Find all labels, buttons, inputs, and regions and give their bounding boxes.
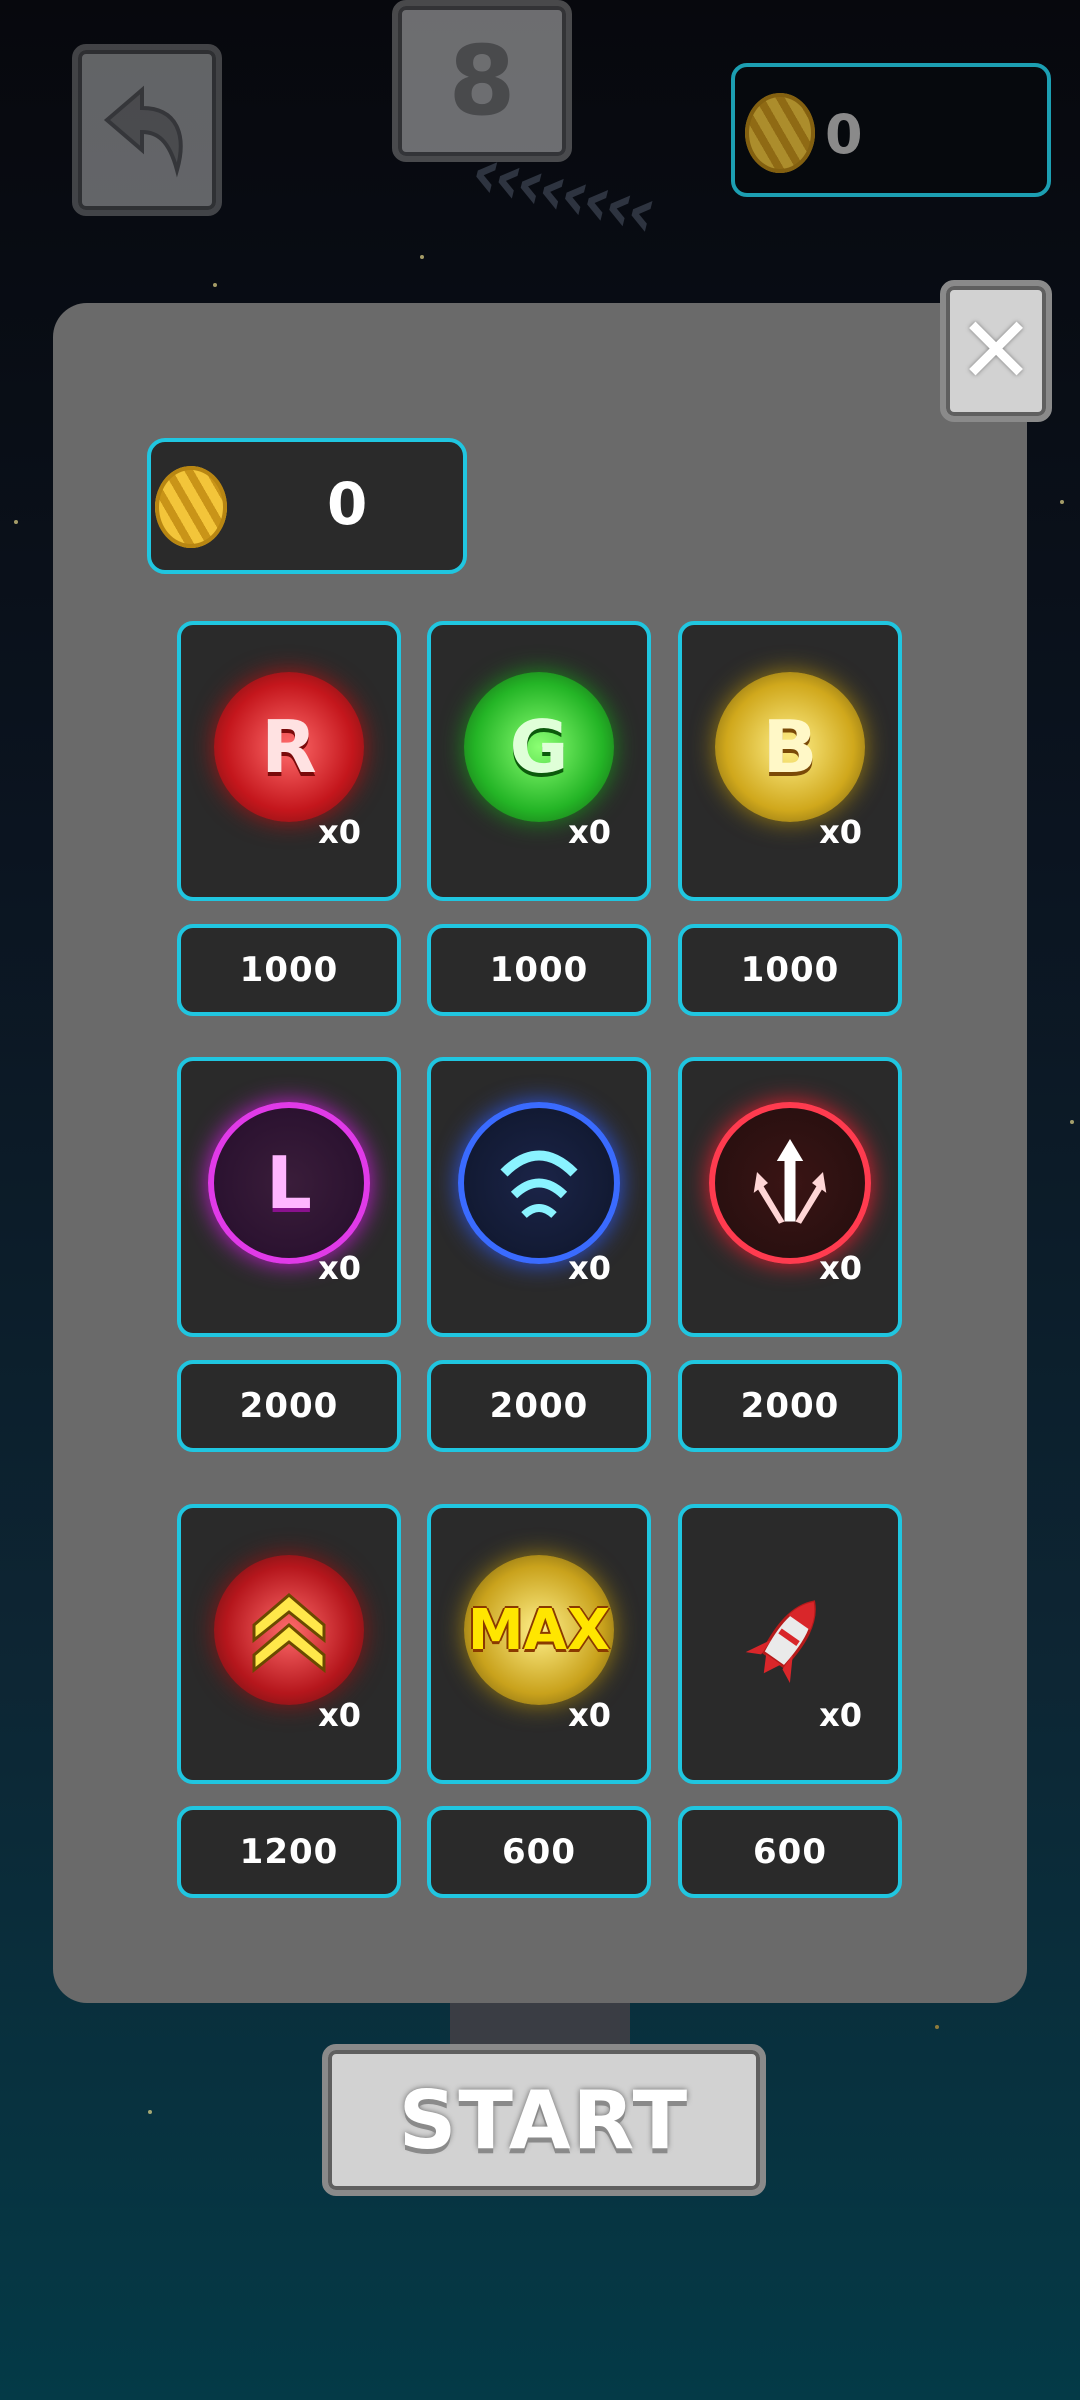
coin-icon (155, 466, 227, 548)
coin-icon (745, 93, 815, 173)
rocket-icon (740, 1588, 830, 1698)
shop-item-speed-up[interactable]: x0 (177, 1504, 401, 1784)
hud-coin-counter: 0 (731, 63, 1051, 197)
speed-up-powerup-icon (214, 1555, 364, 1706)
item-count: x0 (568, 1696, 611, 1734)
item-count: x0 (819, 1696, 862, 1734)
shop-item-r[interactable]: R x0 (177, 621, 401, 901)
g-powerup-icon: G (464, 672, 614, 823)
buy-button-l[interactable]: 2000 (177, 1360, 401, 1452)
buy-button-speed-up[interactable]: 1200 (177, 1806, 401, 1898)
shop-item-b[interactable]: B x0 (678, 621, 902, 901)
start-button[interactable]: START (322, 2044, 766, 2196)
level-number: 8 (448, 25, 516, 137)
shop-coin-value: 0 (327, 470, 368, 538)
hud-coin-value: 0 (825, 103, 863, 166)
close-button[interactable]: ✕ (940, 280, 1052, 422)
wave-symbol (500, 1150, 578, 1219)
item-count: x0 (318, 813, 361, 851)
buy-button-rocket[interactable]: 600 (678, 1806, 902, 1898)
buy-button-wave[interactable]: 2000 (427, 1360, 651, 1452)
wave-powerup-icon (458, 1102, 620, 1265)
item-count: x0 (568, 813, 611, 851)
shop-item-rocket[interactable]: x0 (678, 1504, 902, 1784)
max-powerup-icon: MAX (464, 1555, 614, 1706)
item-count: x0 (318, 1249, 361, 1287)
undo-arrow-icon (103, 85, 183, 178)
shop-item-g[interactable]: G x0 (427, 621, 651, 901)
shop-item-l[interactable]: L x0 (177, 1057, 401, 1337)
buy-button-max[interactable]: 600 (427, 1806, 651, 1898)
shop-coin-counter: 0 (147, 438, 467, 574)
item-count: x0 (819, 1249, 862, 1287)
buy-button-r[interactable]: 1000 (177, 924, 401, 1016)
b-powerup-icon: B (715, 672, 865, 823)
shop-item-wave[interactable]: x0 (427, 1057, 651, 1337)
close-icon: ✕ (957, 297, 1035, 404)
chevrons-up-symbol (252, 1593, 326, 1674)
buy-button-spread[interactable]: 2000 (678, 1360, 902, 1452)
r-powerup-icon: R (214, 672, 364, 823)
start-label: START (398, 2073, 690, 2167)
back-button[interactable] (72, 44, 222, 216)
buy-button-g[interactable]: 1000 (427, 924, 651, 1016)
shop-item-max[interactable]: MAX x0 (427, 1504, 651, 1784)
l-powerup-icon: L (208, 1102, 370, 1265)
item-count: x0 (819, 813, 862, 851)
item-count: x0 (318, 1696, 361, 1734)
spread-arrows-symbol (753, 1139, 827, 1225)
item-count: x0 (568, 1249, 611, 1287)
shop-item-spread[interactable]: x0 (678, 1057, 902, 1337)
spread-arrows-powerup-icon (709, 1102, 871, 1265)
buy-button-b[interactable]: 1000 (678, 924, 902, 1016)
